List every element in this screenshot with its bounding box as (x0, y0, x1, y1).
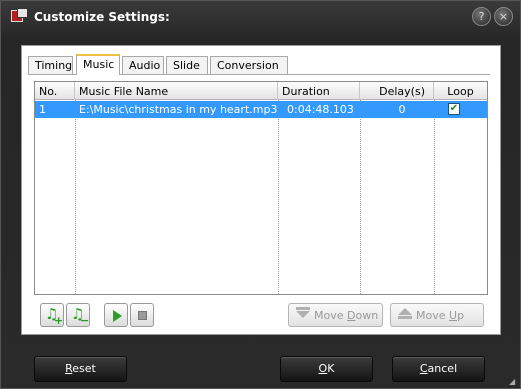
row-duration: 0:04:48.103 (287, 103, 354, 116)
move-up-button[interactable]: Move Up (390, 303, 484, 327)
plus-icon: + (54, 314, 64, 327)
column-header-loop[interactable]: Loop (434, 82, 487, 100)
column-header-file-name[interactable]: Music File Name (75, 82, 278, 100)
play-button[interactable] (104, 303, 128, 327)
reset-button[interactable]: Reset (34, 356, 127, 382)
row-number: 1 (39, 103, 46, 116)
remove-music-button[interactable]: ♫ − (66, 303, 90, 327)
title-bar[interactable]: Customize Settings: ? × (1, 1, 520, 35)
move-up-label: Move (416, 309, 449, 322)
move-down-label: Move (314, 309, 347, 322)
row-file-name: E:\Music\christmas in my heart.mp3 (79, 103, 278, 116)
tab-audio[interactable]: Audio (122, 56, 164, 74)
play-icon (113, 310, 122, 322)
cancel-label: ancel (427, 362, 458, 375)
row-delay[interactable]: 0 (360, 101, 434, 118)
tab-music[interactable]: Music (76, 54, 120, 75)
cancel-accesskey: C (419, 362, 428, 375)
stop-button[interactable] (130, 303, 154, 327)
column-divider (278, 100, 279, 294)
column-divider (75, 100, 76, 294)
add-music-button[interactable]: ♫ + (40, 303, 64, 327)
help-icon[interactable]: ? (472, 7, 491, 26)
column-divider (434, 100, 435, 294)
tab-slide[interactable]: Slide (166, 56, 208, 74)
move-down-label-rest: own (355, 309, 379, 322)
move-up-label-rest: p (457, 309, 465, 322)
move-down-button[interactable]: Move Down (288, 303, 383, 327)
column-divider (360, 100, 361, 294)
ok-button[interactable]: OK (280, 356, 373, 382)
settings-panel: Timing Music Audio Slide Conversion No. … (21, 45, 501, 335)
table-row[interactable]: 1 E:\Music\christmas in my heart.mp3 0:0… (35, 101, 487, 118)
stop-icon (138, 311, 147, 320)
ok-label: K (327, 362, 335, 375)
column-header-duration[interactable]: Duration (278, 82, 360, 100)
loop-checkbox[interactable]: ✔ (448, 103, 460, 115)
dialog-title: Customize Settings: (34, 10, 170, 24)
move-up-accesskey: U (449, 309, 458, 322)
move-down-icon (296, 311, 310, 318)
customize-settings-dialog: Customize Settings: ? × Timing Music Aud… (0, 0, 521, 389)
list-header: No. Music File Name Duration Delay(s) Lo… (35, 82, 487, 100)
tab-conversion[interactable]: Conversion (210, 56, 288, 74)
music-list[interactable]: No. Music File Name Duration Delay(s) Lo… (34, 81, 488, 295)
close-icon[interactable]: × (494, 7, 513, 26)
column-header-no[interactable]: No. (35, 82, 75, 100)
resize-grip-icon[interactable]: ◢ (509, 377, 517, 386)
ok-accesskey: O (318, 362, 328, 375)
move-up-icon-bar (398, 316, 412, 319)
minus-icon: − (80, 314, 90, 327)
column-header-delay[interactable]: Delay(s) (360, 82, 434, 100)
reset-label: eset (72, 362, 96, 375)
cancel-button[interactable]: Cancel (392, 356, 485, 382)
move-down-icon-bar (296, 307, 310, 310)
tab-timing[interactable]: Timing (28, 56, 73, 74)
app-icon (11, 8, 29, 24)
move-up-icon (398, 308, 412, 315)
